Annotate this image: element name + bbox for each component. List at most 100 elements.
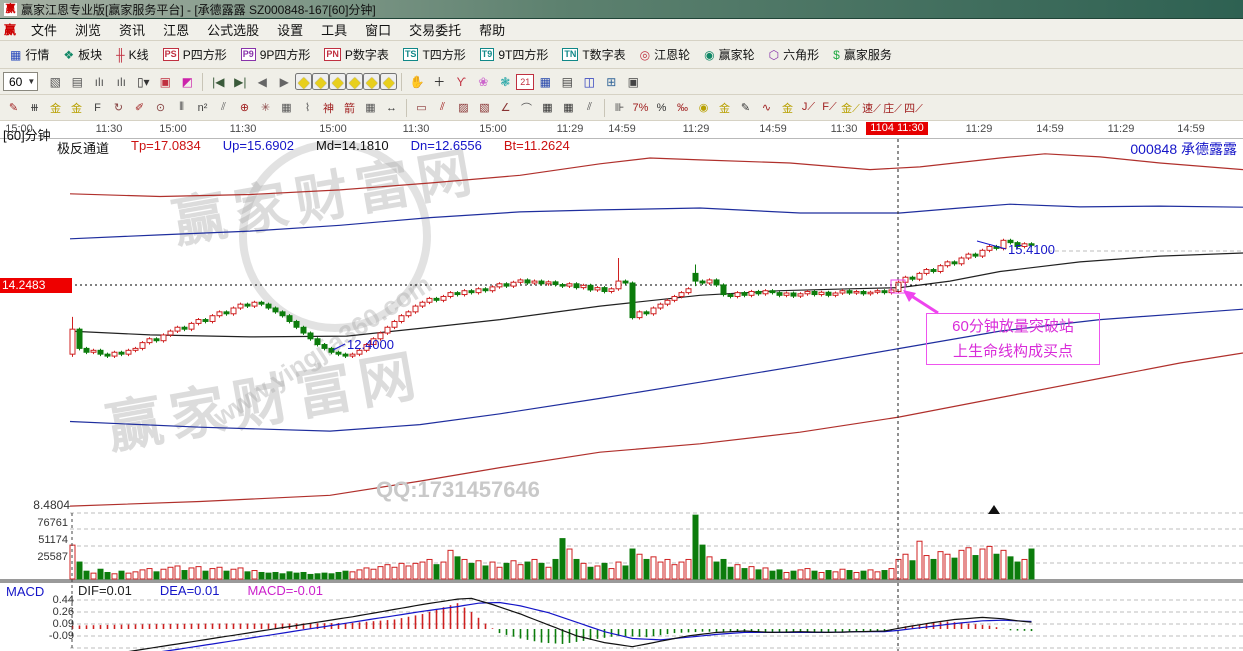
menu-item-browse[interactable]: 浏览 xyxy=(66,20,110,39)
grid-box-tool[interactable]: ▦ xyxy=(276,98,297,117)
gann-wheel-tool[interactable]: ✳ xyxy=(255,98,276,117)
toolbar-p-square-button[interactable]: PSP四方形 xyxy=(156,44,234,65)
toolbar-p9-square-button[interactable]: P99P四方形 xyxy=(234,44,318,65)
menu-item-settings[interactable]: 设置 xyxy=(268,20,312,39)
menu-item-news[interactable]: 资讯 xyxy=(110,20,154,39)
pen2-tool[interactable]: ✎ xyxy=(735,98,756,117)
nav-next-icon[interactable]: ▶ xyxy=(273,72,295,92)
menu-item-window[interactable]: 窗口 xyxy=(356,20,400,39)
menu-item-help[interactable]: 帮助 xyxy=(470,20,514,39)
drag-hand-icon[interactable]: ✋ xyxy=(406,72,428,92)
n2-tool[interactable]: n² xyxy=(192,98,213,117)
zhuang-line-tool[interactable]: 庄⟋ xyxy=(882,98,903,117)
dense-grid-tool[interactable]: ⫴ xyxy=(171,98,192,117)
save-icon[interactable]: ◫ xyxy=(578,72,600,92)
pattern-box2-tool[interactable]: ▧ xyxy=(474,98,495,117)
toolbar-t9-square-button[interactable]: T99T四方形 xyxy=(473,44,556,65)
gann-diamond-6-icon[interactable]: ◆ xyxy=(380,73,397,90)
nav-first-icon[interactable]: |◀ xyxy=(207,72,229,92)
menu-item-formula-stock-pick[interactable]: 公式选股 xyxy=(198,20,268,39)
toolbar-gann-wheel-button[interactable]: ◎江恩轮 xyxy=(633,44,698,65)
gold-circle-tool[interactable]: ◉ xyxy=(693,98,714,117)
toolbar-t-number-table-button[interactable]: TNT数字表 xyxy=(555,44,632,65)
si-line-tool[interactable]: 四⟋ xyxy=(903,98,924,117)
angle-tool[interactable]: ∠ xyxy=(495,98,516,117)
big-grid-tool[interactable]: ▦ xyxy=(537,98,558,117)
gold-grid-tool[interactable]: 金 xyxy=(45,98,66,117)
rect-tool[interactable]: ▭ xyxy=(411,98,432,117)
gold-angle-tool[interactable]: 金⟋ xyxy=(840,98,861,117)
speed-line-tool[interactable]: 速⟋ xyxy=(861,98,882,117)
report-icon[interactable]: ▤ xyxy=(556,72,578,92)
chart-canvas[interactable]: 赢家财富网 www.yingjia360.com 赢家财富网 15:0011:3… xyxy=(0,121,1243,651)
toolbar-t-square-button[interactable]: TST四方形 xyxy=(396,44,473,65)
mode-b-icon[interactable]: ▤ xyxy=(66,72,88,92)
width-tool[interactable]: ↔ xyxy=(381,98,402,117)
shen-tool[interactable]: 神 xyxy=(318,98,339,117)
toolbar-sectors-button[interactable]: ❖板块 xyxy=(56,44,109,65)
wave-tool[interactable]: ⌇ xyxy=(297,98,318,117)
f-line-tool[interactable]: F⟋ xyxy=(819,98,840,117)
arc-tool[interactable]: ⌒ xyxy=(516,98,537,117)
grid-123-tool[interactable]: ▦ xyxy=(360,98,381,117)
pattern-box-tool[interactable]: ▨ xyxy=(453,98,474,117)
volume-bar xyxy=(1001,550,1006,579)
toolbar-market-quotes-button[interactable]: ▦行情 xyxy=(3,44,56,65)
gold-line-tool[interactable]: 金 xyxy=(714,98,735,117)
toolbar-winner-wheel-button[interactable]: ◉赢家轮 xyxy=(697,44,762,65)
toolbar-winner-service-button[interactable]: $赢家服务 xyxy=(826,44,899,65)
menu-item-file[interactable]: 文件 xyxy=(22,20,66,39)
mode-a-icon[interactable]: ▧ xyxy=(44,72,66,92)
percent7-tool[interactable]: 7% xyxy=(630,98,651,117)
buy-point-annotation[interactable]: 60分钟放量突破站 上生命线构成买点 xyxy=(926,313,1100,365)
spiral-tool[interactable]: ↻ xyxy=(108,98,129,117)
titlebar[interactable]: 赢 赢家江恩专业版[赢家服务平台] - [承德露露 SZ000848-167[6… xyxy=(0,0,1243,19)
print-icon[interactable]: ▣ xyxy=(622,72,644,92)
angle-lines-tool[interactable]: ⫽ xyxy=(213,98,234,117)
shape-cyan-icon[interactable]: ❃ xyxy=(494,72,516,92)
wave-a-tool[interactable]: ∿ xyxy=(756,98,777,117)
big-grid2-tool[interactable]: ▦ xyxy=(558,98,579,117)
slash-tool[interactable]: ⫽ xyxy=(579,98,600,117)
gann-diamond-3-icon[interactable]: ◆ xyxy=(329,73,346,90)
jian-tool[interactable]: 箭 xyxy=(339,98,360,117)
measure-icon[interactable]: ϒ xyxy=(450,72,472,92)
condition-icon[interactable]: ▣ xyxy=(154,72,176,92)
gann-diamond-2-icon[interactable]: ◆ xyxy=(312,73,329,90)
toolbar-p-number-table-button[interactable]: PNP数字表 xyxy=(317,44,396,65)
j-line-tool[interactable]: J⟋ xyxy=(798,98,819,117)
toolbar-hexagon-button[interactable]: ⬡六角形 xyxy=(762,44,827,65)
gann-diamond-5-icon[interactable]: ◆ xyxy=(363,73,380,90)
gold-grid2-tool[interactable]: 金 xyxy=(66,98,87,117)
shape-pink-icon[interactable]: ❀ xyxy=(472,72,494,92)
calculator-icon[interactable]: ▦ xyxy=(534,72,556,92)
gann-diamond-4-icon[interactable]: ◆ xyxy=(346,73,363,90)
grid-lines-tool[interactable]: ⧻ xyxy=(24,98,45,117)
circle-cross-tool[interactable]: ⊕ xyxy=(234,98,255,117)
gann-diamond-1-icon[interactable]: ◆ xyxy=(295,73,312,90)
menu-item-gann[interactable]: 江恩 xyxy=(154,20,198,39)
percent-line-tool[interactable]: ‰ xyxy=(672,98,693,117)
gold-line2-tool[interactable]: 金 xyxy=(777,98,798,117)
percent-tool[interactable]: % xyxy=(651,98,672,117)
interval-select[interactable]: 60▼ xyxy=(3,72,38,91)
time-cycle-tool[interactable]: ⊙ xyxy=(150,98,171,117)
menu-item-trade-entrust[interactable]: 交易委托 xyxy=(400,20,470,39)
nav-last-icon[interactable]: ▶| xyxy=(229,72,251,92)
mode-d-icon[interactable]: ılı xyxy=(110,72,132,92)
toolbar-kline-button[interactable]: ╫K线 xyxy=(109,44,156,65)
scale-tool[interactable]: ⊪ xyxy=(609,98,630,117)
nav-prev-icon[interactable]: ◀ xyxy=(251,72,273,92)
brush-tool[interactable]: ✐ xyxy=(129,98,150,117)
mode-c-icon[interactable]: ılı xyxy=(88,72,110,92)
color-kline-icon[interactable]: ◩ xyxy=(176,72,198,92)
pen-tool[interactable]: ✎ xyxy=(3,98,24,117)
calendar-icon[interactable]: 21 xyxy=(516,74,534,90)
fan-tool[interactable]: ⫽ xyxy=(432,98,453,117)
menu-item-tools[interactable]: 工具 xyxy=(312,20,356,39)
crosshair-icon[interactable]: ＋ xyxy=(428,72,450,92)
candle-style-icon[interactable]: ▯▾ xyxy=(132,72,154,92)
export-icon[interactable]: ⊞ xyxy=(600,72,622,92)
fib-tool[interactable]: F xyxy=(87,98,108,117)
chart-plot[interactable] xyxy=(0,121,1243,651)
